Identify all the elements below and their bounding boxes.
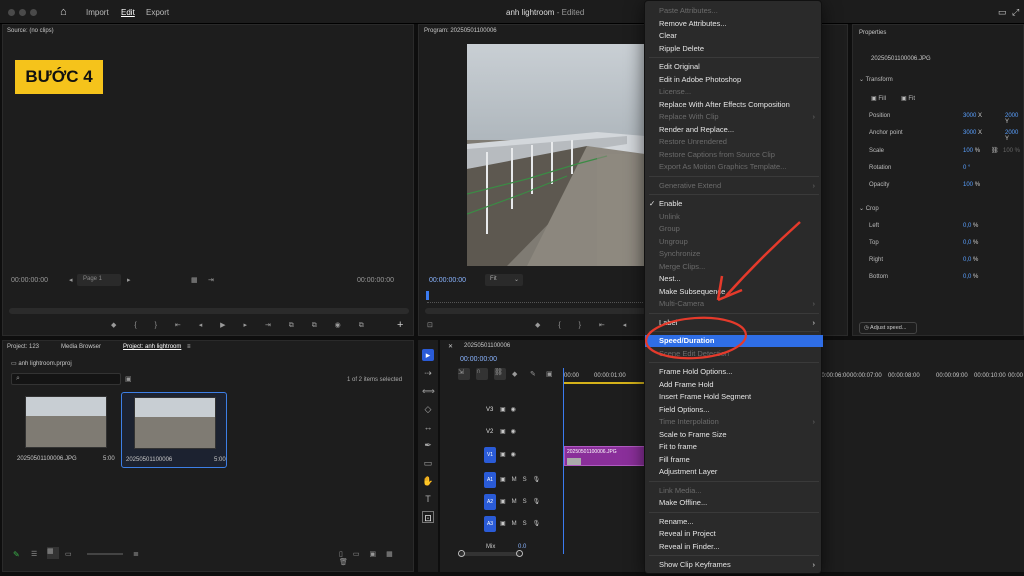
annotation-circle	[645, 316, 747, 360]
annotation-arrowhead	[716, 275, 743, 302]
annotation-overlay	[645, 221, 801, 360]
annotation-arrow	[725, 221, 801, 297]
